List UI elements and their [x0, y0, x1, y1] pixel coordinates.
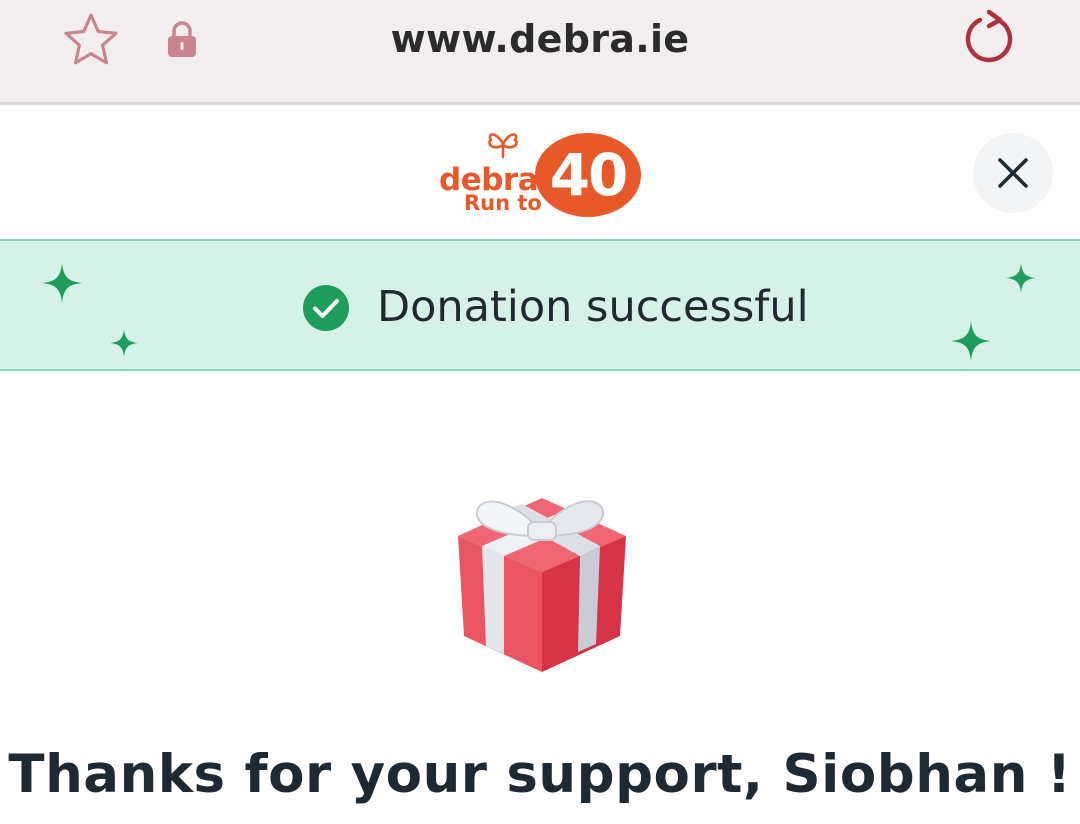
- url-text[interactable]: www.debra.ie: [260, 16, 820, 62]
- logo-number-badge: 40: [535, 133, 641, 217]
- close-button[interactable]: [973, 133, 1053, 213]
- logo-tagline-text: Run to: [464, 191, 542, 215]
- reload-icon[interactable]: [958, 8, 1020, 70]
- sparkle-icon: [42, 263, 82, 303]
- sparkle-icon: [951, 321, 991, 361]
- success-message: Donation successful: [377, 282, 809, 332]
- lock-icon: [165, 20, 199, 60]
- sparkle-icon: [110, 329, 138, 357]
- check-circle-icon: [303, 285, 349, 331]
- debra-run-to-40-logo: debra Run to 40: [436, 127, 646, 221]
- logo-number: 40: [549, 141, 629, 209]
- close-icon: [998, 158, 1028, 188]
- browser-address-bar: www.debra.ie: [0, 0, 1080, 105]
- success-banner: Donation successful: [0, 239, 1080, 371]
- butterfly-icon: [488, 133, 518, 159]
- sparkle-icon: [1006, 263, 1036, 293]
- site-header: debra Run to 40: [0, 105, 1080, 239]
- thank-you-heading: Thanks for your support, Siobhan !: [8, 744, 1072, 805]
- gift-icon: [458, 498, 626, 672]
- bookmark-star-icon[interactable]: [60, 10, 122, 70]
